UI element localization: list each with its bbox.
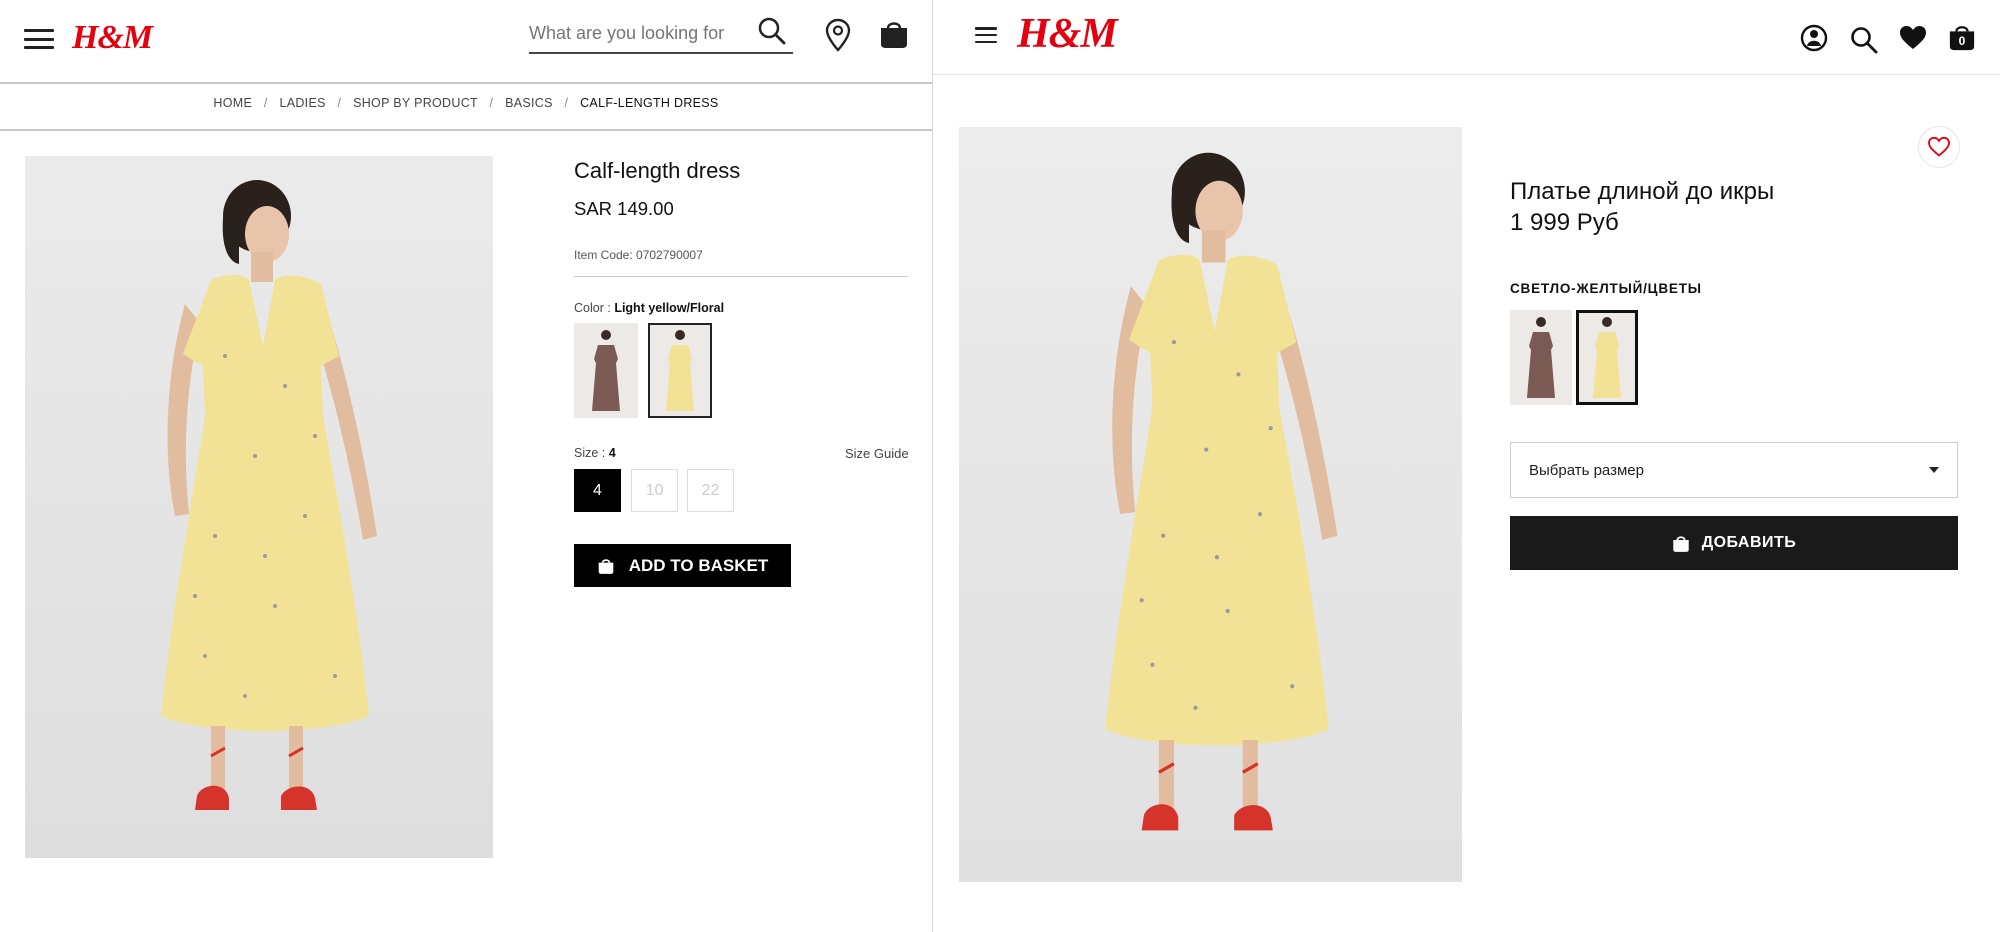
hm-logo[interactable]: H&M: [1017, 10, 1118, 58]
color-value: СВЕТЛО-ЖЕЛТЫЙ/ЦВЕТЫ: [1510, 281, 1702, 296]
caret-down-icon: [1929, 467, 1939, 473]
color-label-row: Color : Light yellow/Floral: [574, 301, 724, 315]
product-price: 1 999 Руб: [1510, 209, 1619, 236]
heart-outline-icon: [1928, 137, 1950, 157]
dress-model-illustration: [161, 180, 377, 810]
dress-thumbnail-icon: [666, 330, 694, 411]
size-label: Size :: [574, 446, 606, 460]
size-value: 4: [608, 446, 616, 460]
color-value: Light yellow/Floral: [614, 301, 725, 315]
add-to-favorites-button[interactable]: [1918, 126, 1960, 168]
breadcrumb-separator: /: [564, 96, 569, 110]
search-icon[interactable]: [757, 16, 787, 46]
add-to-cart-label: ДОБАВИТЬ: [1701, 534, 1797, 551]
color-label: Color :: [574, 301, 611, 315]
size-select-label: Выбрать размер: [1529, 461, 1644, 479]
basket-button[interactable]: 0: [1948, 22, 1976, 52]
account-icon[interactable]: [1800, 24, 1828, 52]
color-swatch-light-yellow-floral[interactable]: [1576, 310, 1638, 405]
dress-thumbnail-icon: [592, 330, 620, 411]
breadcrumb-separator: /: [263, 96, 268, 110]
size-option-unavailable[interactable]: 22: [687, 469, 734, 512]
size-option-unavailable[interactable]: 10: [631, 469, 678, 512]
dress-model-illustration: [1105, 152, 1338, 831]
size-option-selected[interactable]: 4: [574, 469, 621, 512]
breadcrumb-current: CALF-LENGTH DRESS: [580, 96, 719, 110]
breadcrumb-ladies[interactable]: LADIES: [279, 96, 325, 110]
breadcrumb-separator: /: [489, 96, 494, 110]
add-to-basket-label: ADD TO BASKET: [628, 555, 769, 575]
color-swatch-light-yellow-floral[interactable]: [648, 323, 712, 418]
product-price: SAR 149.00: [574, 198, 674, 219]
color-swatch-brown-floral[interactable]: [1510, 310, 1572, 405]
add-to-basket-button[interactable]: ADD TO BASKET: [574, 544, 791, 587]
product-title: Calf-length dress: [574, 158, 741, 183]
basket-icon[interactable]: [879, 18, 909, 50]
divider: [574, 276, 908, 277]
item-code: Item Code: 0702790007: [574, 248, 703, 262]
breadcrumb: HOME / LADIES / SHOP BY PRODUCT / BASICS…: [0, 96, 932, 118]
product-image[interactable]: [25, 156, 493, 858]
breadcrumb-home[interactable]: HOME: [213, 96, 252, 110]
dress-thumbnail-icon: [1593, 317, 1621, 398]
breadcrumb-basics[interactable]: BASICS: [505, 96, 553, 110]
size-select[interactable]: Выбрать размер: [1510, 442, 1958, 498]
basket-icon: [598, 558, 614, 574]
basket-count: 0: [1958, 34, 1966, 48]
left-product-page: H&M HOME / LADIES / SHOP BY PRODUCT / BA…: [0, 0, 932, 932]
search-bar[interactable]: [529, 14, 793, 54]
hm-logo[interactable]: H&M: [72, 19, 153, 57]
right-product-page: H&M 0 Платье длиной до икры 1 999 Руб СВ…: [933, 0, 2000, 932]
product-image[interactable]: [959, 127, 1462, 882]
breadcrumb-shop-by-product[interactable]: SHOP BY PRODUCT: [353, 96, 478, 110]
breadcrumb-separator: /: [337, 96, 342, 110]
menu-icon[interactable]: [975, 27, 997, 43]
menu-icon[interactable]: [24, 29, 54, 49]
search-icon[interactable]: [1850, 26, 1878, 54]
size-guide-link[interactable]: Size Guide: [845, 446, 909, 461]
size-label-row: Size : 4: [574, 446, 616, 460]
search-input[interactable]: [529, 18, 749, 48]
product-title: Платье длиной до икры: [1510, 178, 1775, 205]
color-swatch-brown-floral[interactable]: [574, 323, 638, 418]
add-to-cart-button[interactable]: ДОБАВИТЬ: [1510, 516, 1958, 570]
basket-icon: [1672, 535, 1689, 552]
favorites-heart-icon[interactable]: [1899, 25, 1927, 51]
store-locator-icon[interactable]: [825, 18, 851, 52]
dress-thumbnail-icon: [1527, 317, 1555, 398]
